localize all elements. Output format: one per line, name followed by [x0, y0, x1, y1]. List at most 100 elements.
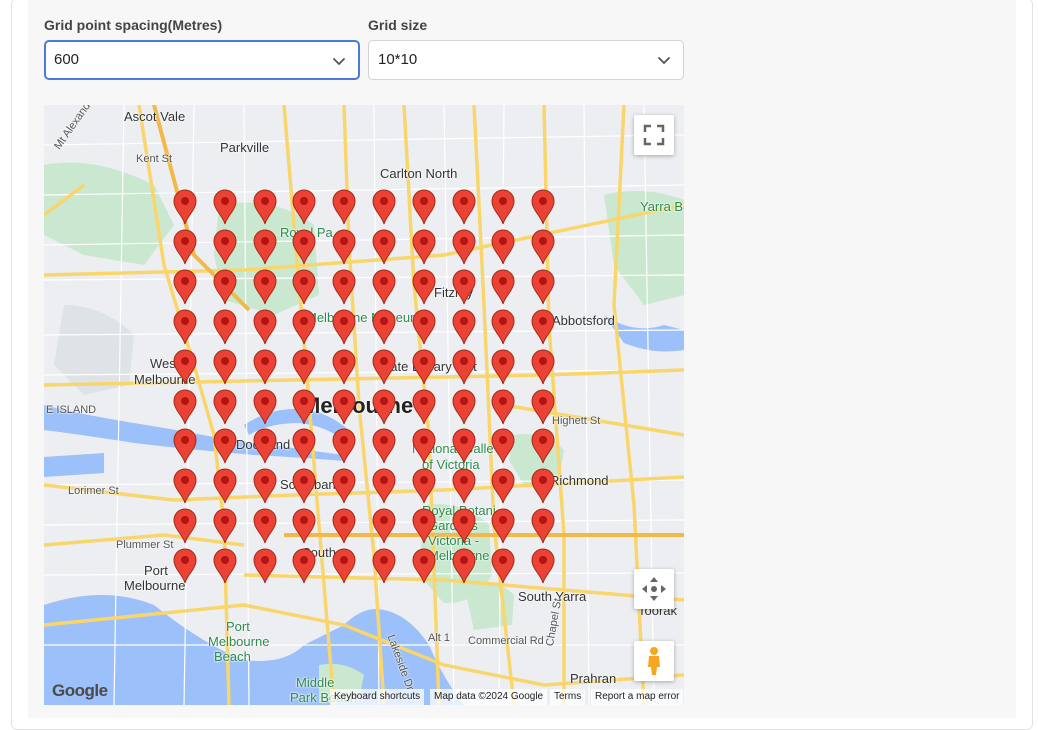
camera-control-button[interactable] — [634, 569, 674, 609]
map-marker[interactable] — [371, 389, 397, 425]
map-marker[interactable] — [530, 548, 556, 584]
map-marker[interactable] — [331, 229, 357, 265]
map-marker[interactable] — [371, 428, 397, 464]
map-marker[interactable] — [371, 349, 397, 385]
map-marker[interactable] — [291, 548, 317, 584]
map-marker[interactable] — [331, 428, 357, 464]
map-marker[interactable] — [212, 229, 238, 265]
map-marker[interactable] — [172, 389, 198, 425]
map-marker[interactable] — [490, 189, 516, 225]
map-marker[interactable] — [331, 269, 357, 305]
map-marker[interactable] — [411, 349, 437, 385]
map-marker[interactable] — [451, 508, 477, 544]
map-marker[interactable] — [291, 428, 317, 464]
keyboard-shortcuts-link[interactable]: Keyboard shortcuts — [330, 689, 425, 705]
map-marker[interactable] — [530, 229, 556, 265]
map-marker[interactable] — [291, 468, 317, 504]
map-marker[interactable] — [252, 269, 278, 305]
map-marker[interactable] — [530, 428, 556, 464]
map-marker[interactable] — [411, 189, 437, 225]
map-marker[interactable] — [490, 269, 516, 305]
grid-size-select[interactable]: 10*10 — [368, 40, 684, 80]
map-marker[interactable] — [371, 508, 397, 544]
map-marker[interactable] — [172, 229, 198, 265]
map-marker[interactable] — [291, 189, 317, 225]
map-marker[interactable] — [331, 548, 357, 584]
map-marker[interactable] — [252, 189, 278, 225]
map-marker[interactable] — [371, 269, 397, 305]
map-view[interactable]: Ascot Vale Parkville Carlton North Yarra… — [44, 105, 684, 705]
map-marker[interactable] — [411, 389, 437, 425]
map-marker[interactable] — [451, 389, 477, 425]
street-view-button[interactable] — [634, 641, 674, 681]
map-marker[interactable] — [411, 428, 437, 464]
map-marker[interactable] — [371, 189, 397, 225]
map-marker[interactable] — [530, 189, 556, 225]
map-marker[interactable] — [291, 349, 317, 385]
map-marker[interactable] — [252, 229, 278, 265]
map-marker[interactable] — [451, 229, 477, 265]
map-marker[interactable] — [490, 428, 516, 464]
map-marker[interactable] — [451, 349, 477, 385]
map-marker[interactable] — [411, 468, 437, 504]
map-marker[interactable] — [411, 508, 437, 544]
map-marker[interactable] — [252, 428, 278, 464]
map-marker[interactable] — [212, 468, 238, 504]
map-marker[interactable] — [252, 468, 278, 504]
map-marker[interactable] — [371, 548, 397, 584]
map-marker[interactable] — [451, 428, 477, 464]
map-marker[interactable] — [451, 548, 477, 584]
map-marker[interactable] — [252, 389, 278, 425]
map-marker[interactable] — [291, 269, 317, 305]
map-marker[interactable] — [411, 548, 437, 584]
map-marker[interactable] — [331, 309, 357, 345]
map-marker[interactable] — [212, 309, 238, 345]
map-marker[interactable] — [212, 349, 238, 385]
map-marker[interactable] — [530, 269, 556, 305]
map-marker[interactable] — [291, 389, 317, 425]
map-marker[interactable] — [212, 269, 238, 305]
fullscreen-button[interactable] — [634, 115, 674, 155]
map-marker[interactable] — [252, 349, 278, 385]
map-marker[interactable] — [490, 229, 516, 265]
map-marker[interactable] — [411, 309, 437, 345]
map-marker[interactable] — [172, 269, 198, 305]
map-marker[interactable] — [212, 189, 238, 225]
map-marker[interactable] — [490, 548, 516, 584]
map-marker[interactable] — [172, 189, 198, 225]
map-marker[interactable] — [530, 349, 556, 385]
map-marker[interactable] — [212, 428, 238, 464]
map-marker[interactable] — [212, 389, 238, 425]
map-marker[interactable] — [172, 468, 198, 504]
map-marker[interactable] — [451, 269, 477, 305]
map-marker[interactable] — [411, 229, 437, 265]
map-marker[interactable] — [172, 508, 198, 544]
map-marker[interactable] — [291, 229, 317, 265]
map-marker[interactable] — [490, 508, 516, 544]
map-marker[interactable] — [451, 309, 477, 345]
map-marker[interactable] — [371, 468, 397, 504]
map-marker[interactable] — [490, 309, 516, 345]
map-marker[interactable] — [291, 309, 317, 345]
terms-link[interactable]: Terms — [550, 689, 586, 705]
map-marker[interactable] — [371, 229, 397, 265]
map-marker[interactable] — [371, 309, 397, 345]
spacing-select[interactable]: 600 — [44, 40, 360, 80]
map-marker[interactable] — [490, 389, 516, 425]
map-marker[interactable] — [172, 428, 198, 464]
map-marker[interactable] — [252, 309, 278, 345]
map-marker[interactable] — [490, 468, 516, 504]
map-marker[interactable] — [172, 309, 198, 345]
map-marker[interactable] — [252, 548, 278, 584]
map-marker[interactable] — [530, 309, 556, 345]
map-marker[interactable] — [530, 389, 556, 425]
map-marker[interactable] — [490, 349, 516, 385]
map-marker[interactable] — [530, 468, 556, 504]
map-marker[interactable] — [451, 189, 477, 225]
map-marker[interactable] — [411, 269, 437, 305]
map-marker[interactable] — [172, 548, 198, 584]
map-marker[interactable] — [331, 189, 357, 225]
map-marker[interactable] — [331, 508, 357, 544]
map-marker[interactable] — [291, 508, 317, 544]
map-marker[interactable] — [331, 389, 357, 425]
